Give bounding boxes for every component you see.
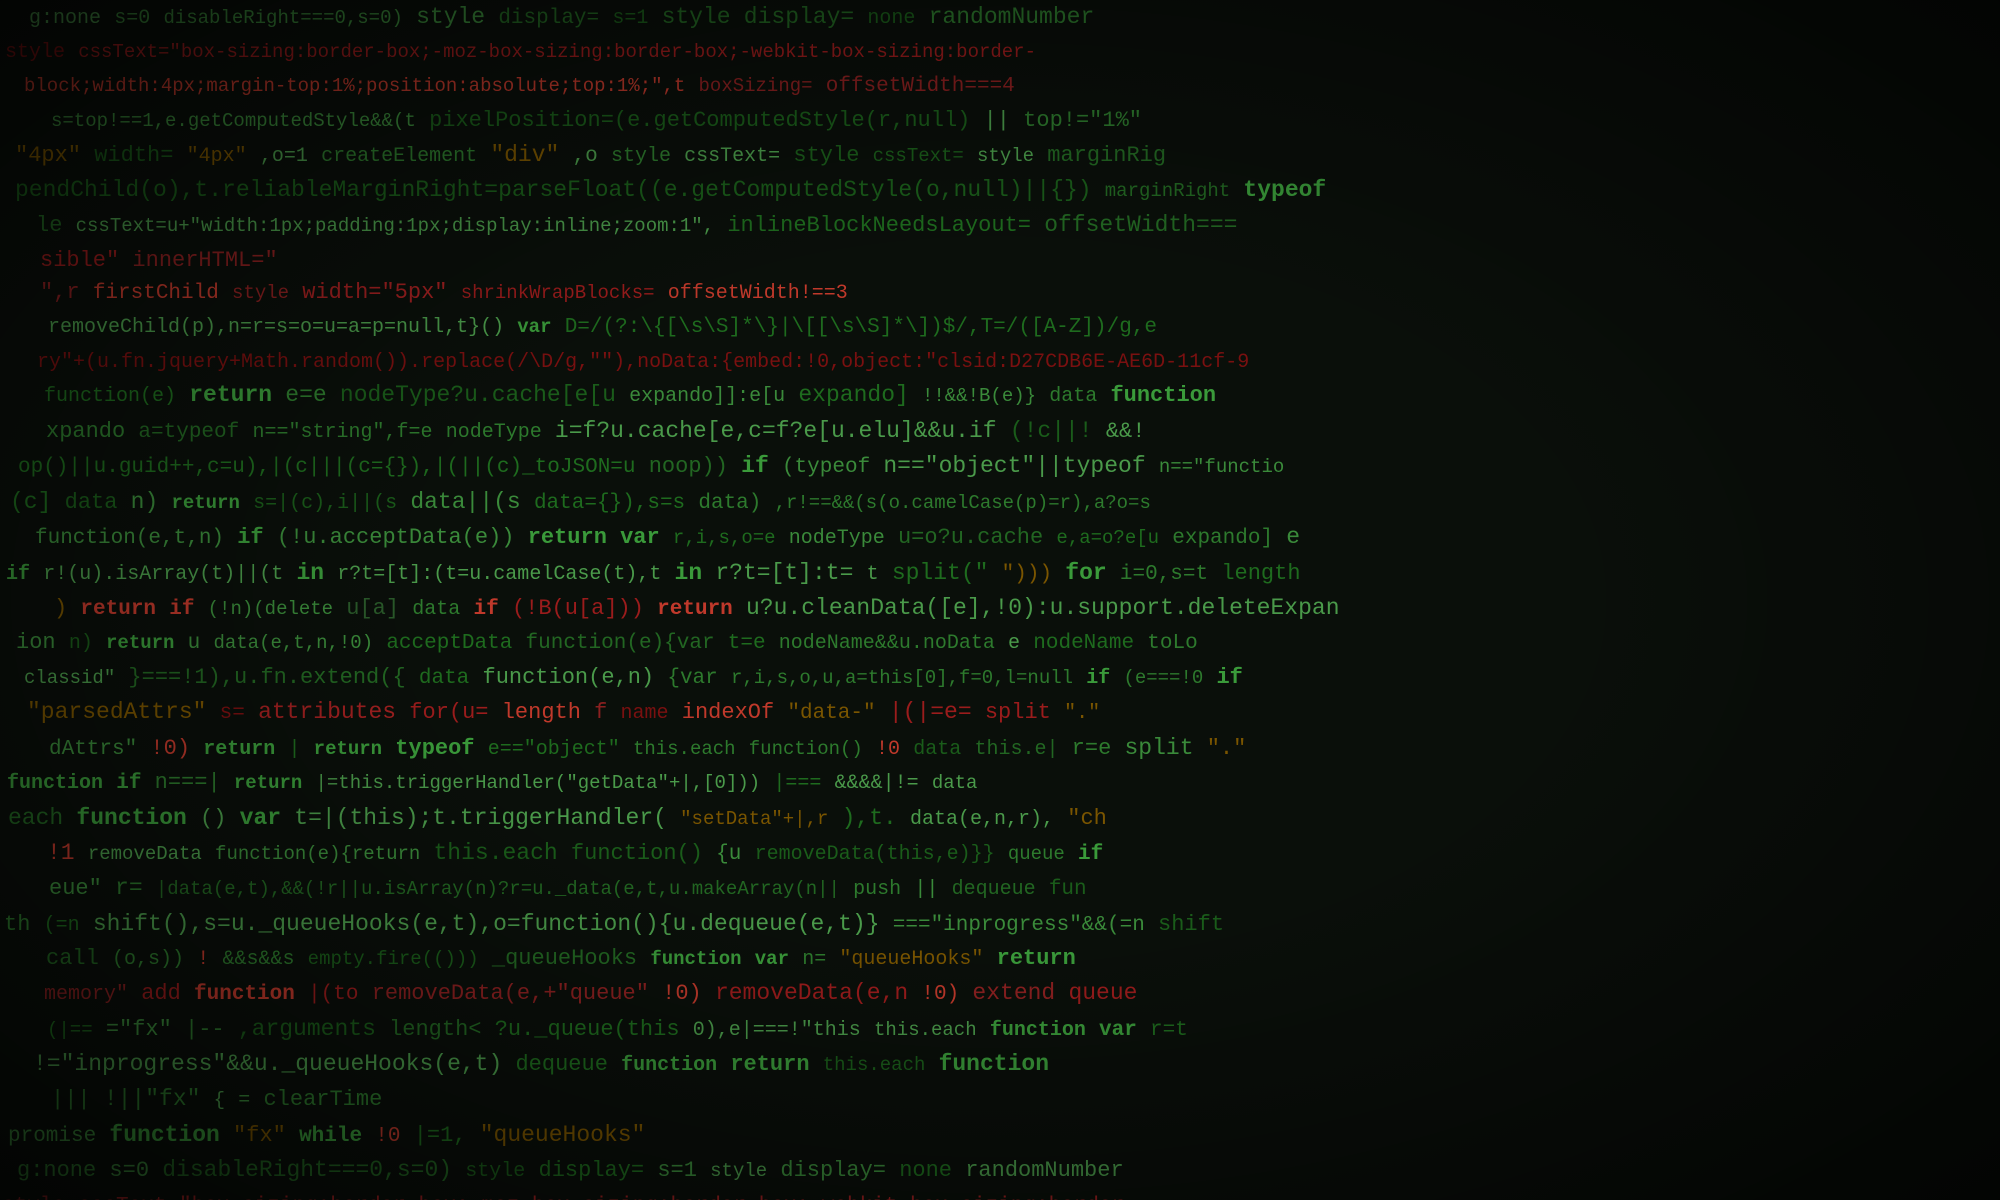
code-line: classid" }===!1),u.fn.extend({ data func… <box>0 661 2000 695</box>
code-line: removeChild(p),n=r=s=o=u=a=p=null,t}() v… <box>0 310 2000 344</box>
code-line: sible" innerHTML="",r firstChild style w… <box>0 244 2000 310</box>
code-line: if r!(u).isArray(t)||(t in r?t=[t]:(t=u.… <box>0 556 2000 591</box>
code-line: style cssText="box-sizing:border-box;-mo… <box>0 1189 2000 1200</box>
code-line: "4px" width= "4px" ,o=1 createElement "d… <box>0 138 2000 173</box>
code-line: pendChild(o),t.reliableMarginRight=parse… <box>0 173 2000 208</box>
code-line: promise function "fx" while !0 |=1, "que… <box>0 1118 2000 1153</box>
code-line: s=top!==1,e.getComputedStyle&&(t pixelPo… <box>0 104 2000 138</box>
code-line: !1 removeData function(e){return this.ea… <box>0 836 2000 871</box>
code-line: memory" add function |(to removeData(e,+… <box>0 976 2000 1011</box>
code-line: (c] data n) return s=|(c),i||(s data||(s… <box>0 485 2000 520</box>
code-line: each function () var t=|(this);t.trigger… <box>0 801 2000 836</box>
code-line: block;width:4px;margin-top:1%;position:a… <box>0 69 2000 103</box>
code-line: function(e) return e=e nodeType?u.cache[… <box>0 378 2000 413</box>
code-line: dAttrs" !0) return | return typeof e=="o… <box>0 731 2000 766</box>
code-line: xpando a=typeof n=="string",f=e nodeType… <box>0 414 2000 449</box>
code-line: th (=n shift(),s=u._queueHooks(e,t),o=fu… <box>0 907 2000 942</box>
code-line: ) return if (!n)(delete u[a] data if (!B… <box>0 591 2000 626</box>
code-line: function if n===| return |=this.triggerH… <box>0 766 2000 800</box>
code-line: ry"+(u.fn.jquery+Math.random()).replace(… <box>0 345 2000 379</box>
code-line: !="inprogress"&&u._queueHooks(e,t) deque… <box>0 1047 2000 1082</box>
code-line: le cssText=u+"width:1px;padding:1px;disp… <box>0 208 2000 243</box>
code-line: op()||u.guid++,c=u),|(c|||(c={}),|(||(c)… <box>0 449 2000 484</box>
code-line: call (o,s)) ! &&s&&s empty.fire(())) _qu… <box>0 942 2000 976</box>
code-line: ||| !||"fx" { = clearTime <box>0 1082 2000 1117</box>
code-line: eue" r= |data(e,t),&&(!r||u.isArray(n)?r… <box>0 871 2000 906</box>
code-line: "parsedAttrs" s= attributes for(u= lengt… <box>0 695 2000 730</box>
code-line: g:none s=0 disableRight===0,s=0) style d… <box>0 0 2000 35</box>
code-line: ion n) return u data(e,t,n,!0) acceptDat… <box>0 626 2000 660</box>
code-line: style cssText="box-sizing:border-box;-mo… <box>0 35 2000 69</box>
code-line: g:none s=0 disableRight===0,s=0) style d… <box>0 1153 2000 1188</box>
code-background: g:none s=0 disableRight===0,s=0) style d… <box>0 0 2000 1200</box>
code-line: function(e,t,n) if (!u.acceptData(e)) re… <box>0 520 2000 555</box>
code-line: (|== ="fx" |-- ,arguments length< ?u._qu… <box>0 1012 2000 1047</box>
